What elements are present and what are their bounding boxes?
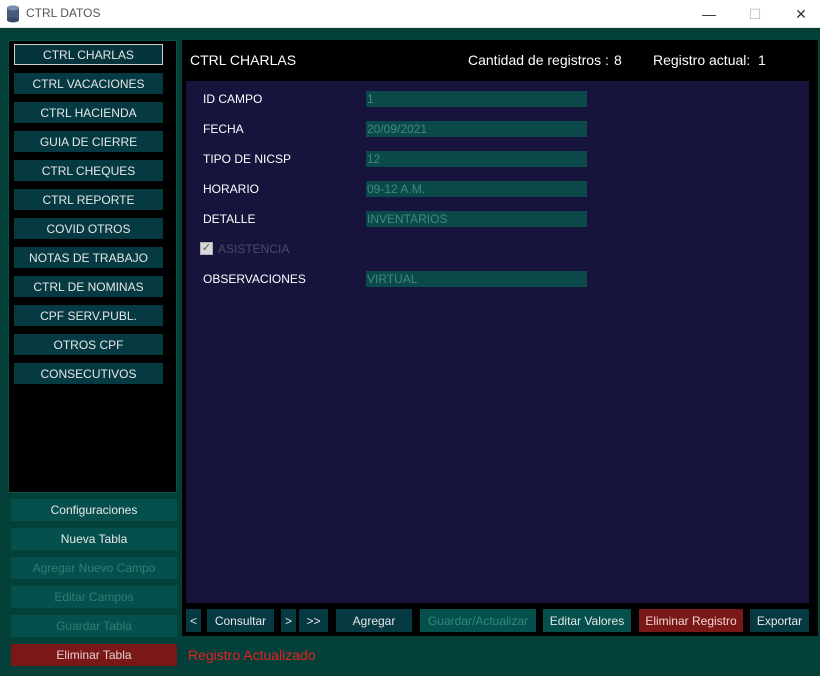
nueva-tabla-button[interactable]: Nueva Tabla xyxy=(11,528,177,550)
sidebar-item-ctrl-vacaciones[interactable]: CTRL VACACIONES xyxy=(14,73,163,94)
title-bar: CTRL DATOS — ☐ ✕ xyxy=(0,0,820,28)
current-record-label: Registro actual: xyxy=(653,52,751,68)
sidebar-item-ctrl-hacienda[interactable]: CTRL HACIENDA xyxy=(14,102,163,123)
database-icon xyxy=(7,5,19,23)
sidebar-item-consecutivos[interactable]: CONSECUTIVOS xyxy=(14,363,163,384)
agregar-button[interactable]: Agregar xyxy=(336,609,412,632)
sidebar-item-guia-de-cierre[interactable]: GUIA DE CIERRE xyxy=(14,131,163,152)
next-record-button[interactable]: > xyxy=(281,609,296,632)
field-label-id-campo: ID CAMPO xyxy=(203,92,263,106)
guardar-tabla-button[interactable]: Guardar Tabla xyxy=(11,615,177,637)
field-label-observaciones: OBSERVACIONES xyxy=(203,272,306,286)
window-title: CTRL DATOS xyxy=(26,6,101,20)
fecha-field[interactable]: 20/09/2021 xyxy=(366,121,587,137)
maximize-button[interactable]: ☐ xyxy=(732,0,778,28)
minimize-button[interactable]: — xyxy=(686,0,732,28)
sidebar-item-notas-de-trabajo[interactable]: NOTAS DE TRABAJO xyxy=(14,247,163,268)
sidebar-item-ctrl-cheques[interactable]: CTRL CHEQUES xyxy=(14,160,163,181)
sidebar-item-cpf-serv-publ[interactable]: CPF SERV.PUBL. xyxy=(14,305,163,326)
page-title: CTRL CHARLAS xyxy=(190,52,297,68)
consultar-button[interactable]: Consultar xyxy=(207,609,274,632)
sidebar-item-ctrl-charlas[interactable]: CTRL CHARLAS xyxy=(14,44,163,65)
last-record-button[interactable]: >> xyxy=(299,609,328,632)
sidebar-item-otros-cpf[interactable]: OTROS CPF xyxy=(14,334,163,355)
editar-valores-button[interactable]: Editar Valores xyxy=(543,609,631,632)
detalle-field[interactable]: INVENTARIOS xyxy=(366,211,587,227)
id-campo-field[interactable]: 1 xyxy=(366,91,587,107)
eliminar-registro-button[interactable]: Eliminar Registro xyxy=(639,609,743,632)
asistencia-checkbox[interactable]: ✓ xyxy=(200,242,213,255)
asistencia-label: ASISTENCIA xyxy=(218,242,290,256)
exportar-button[interactable]: Exportar xyxy=(750,609,809,632)
eliminar-tabla-button[interactable]: Eliminar Tabla xyxy=(11,644,177,666)
field-label-fecha: FECHA xyxy=(203,122,244,136)
sidebar-item-ctrl-reporte[interactable]: CTRL REPORTE xyxy=(14,189,163,210)
field-label-horario: HORARIO xyxy=(203,182,260,196)
agregar-campo-button[interactable]: Agregar Nuevo Campo xyxy=(11,557,177,579)
configuraciones-button[interactable]: Configuraciones xyxy=(11,499,177,521)
close-button[interactable]: ✕ xyxy=(778,0,820,28)
prev-record-button[interactable]: < xyxy=(186,609,201,632)
editar-campos-button[interactable]: Editar Campos xyxy=(11,586,177,608)
guardar-actualizar-button[interactable]: Guardar/Actualizar xyxy=(420,609,536,632)
record-count-value: 8 xyxy=(614,52,622,68)
sidebar-item-covid-otros[interactable]: COVID OTROS xyxy=(14,218,163,239)
status-message: Registro Actualizado xyxy=(188,647,316,663)
field-label-tipo-nicsp: TIPO DE NICSP xyxy=(203,152,292,166)
record-count-label: Cantidad de registros : xyxy=(468,52,609,68)
sidebar-item-ctrl-de-nominas[interactable]: CTRL DE NOMINAS xyxy=(14,276,163,297)
observaciones-field[interactable]: VIRTUAL xyxy=(366,271,587,287)
field-label-detalle: DETALLE xyxy=(203,212,256,226)
tipo-nicsp-field[interactable]: 12 xyxy=(366,151,587,167)
current-record-value: 1 xyxy=(758,52,766,68)
horario-field[interactable]: 09-12 A.M. xyxy=(366,181,587,197)
